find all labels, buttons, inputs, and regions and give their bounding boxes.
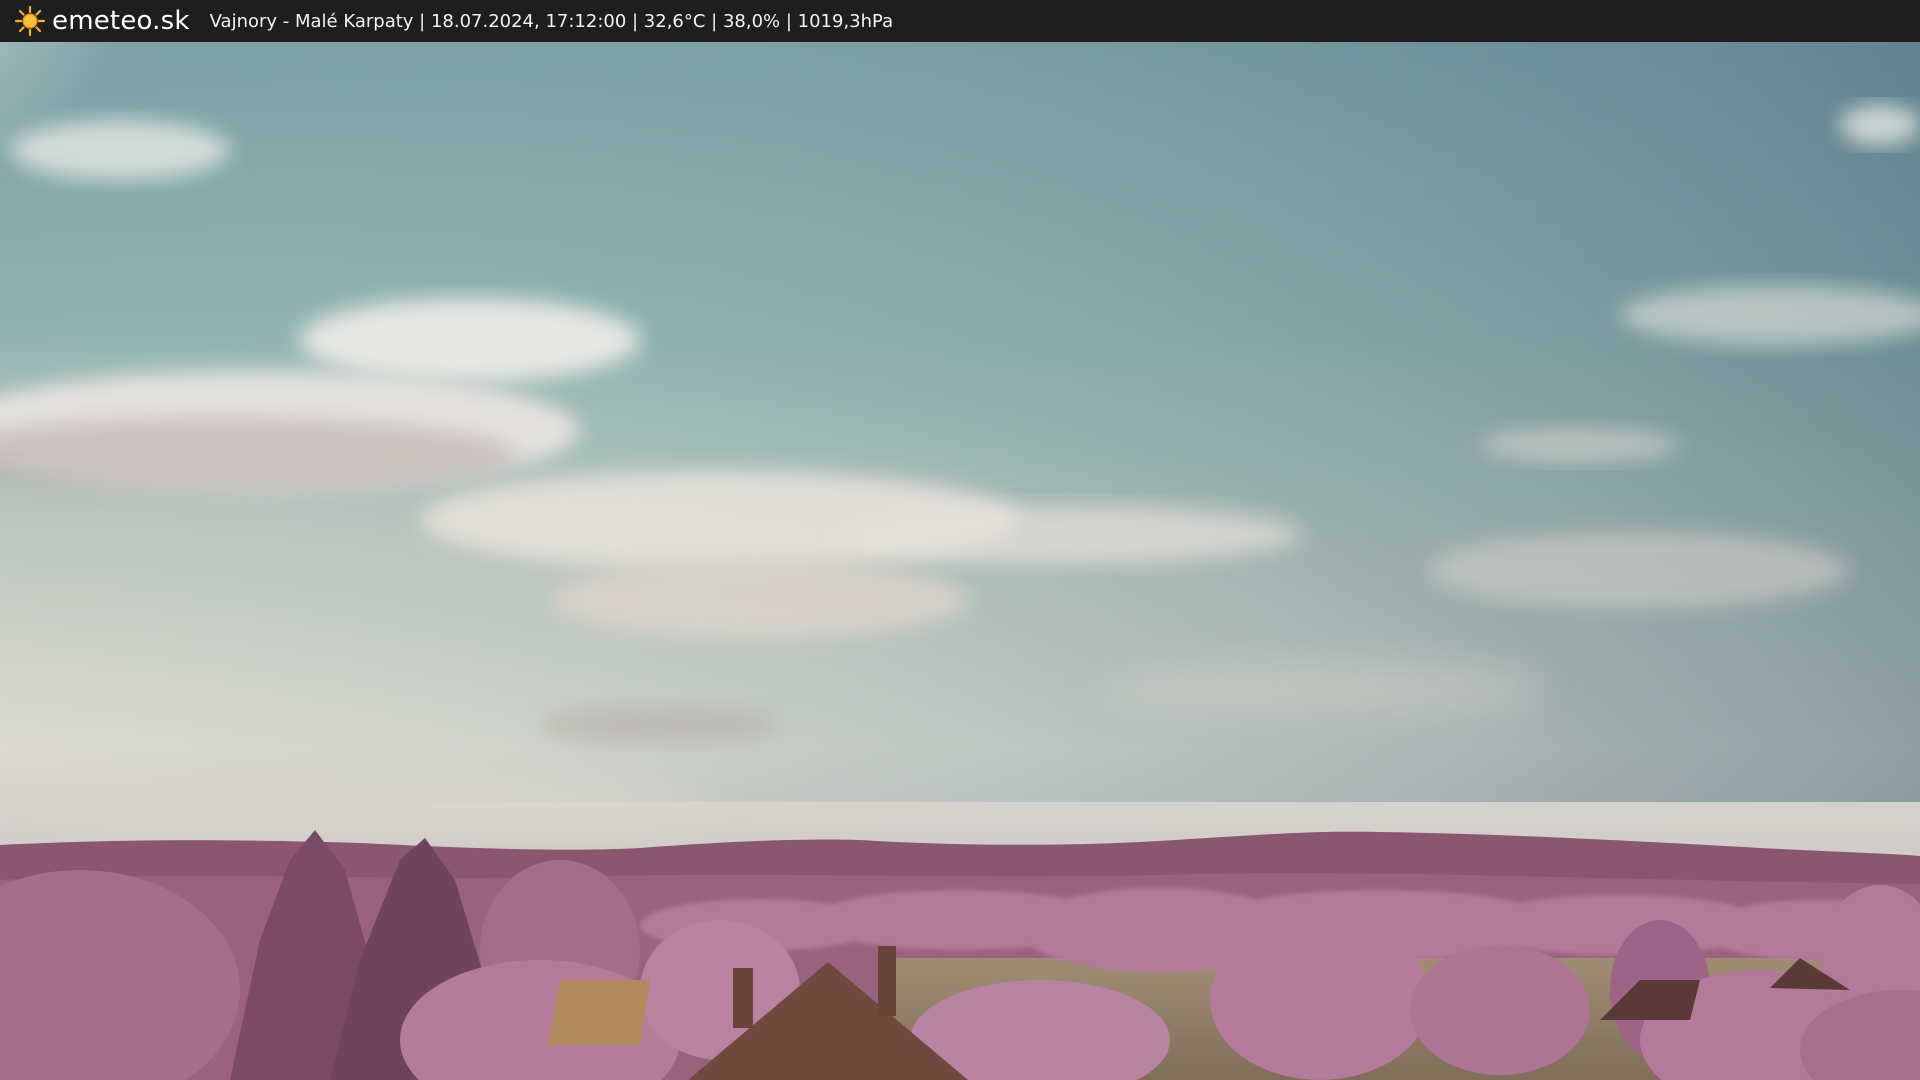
brand-logo[interactable]: emeteo.sk xyxy=(14,5,190,37)
webcam-image xyxy=(0,0,1920,1080)
sun-icon xyxy=(14,5,46,37)
top-info-bar: emeteo.sk Vajnory - Malé Karpaty | 18.07… xyxy=(0,0,1920,42)
webcam-caption: Vajnory - Malé Karpaty | 18.07.2024, 17:… xyxy=(209,10,894,32)
brand-name[interactable]: emeteo.sk xyxy=(52,6,190,36)
